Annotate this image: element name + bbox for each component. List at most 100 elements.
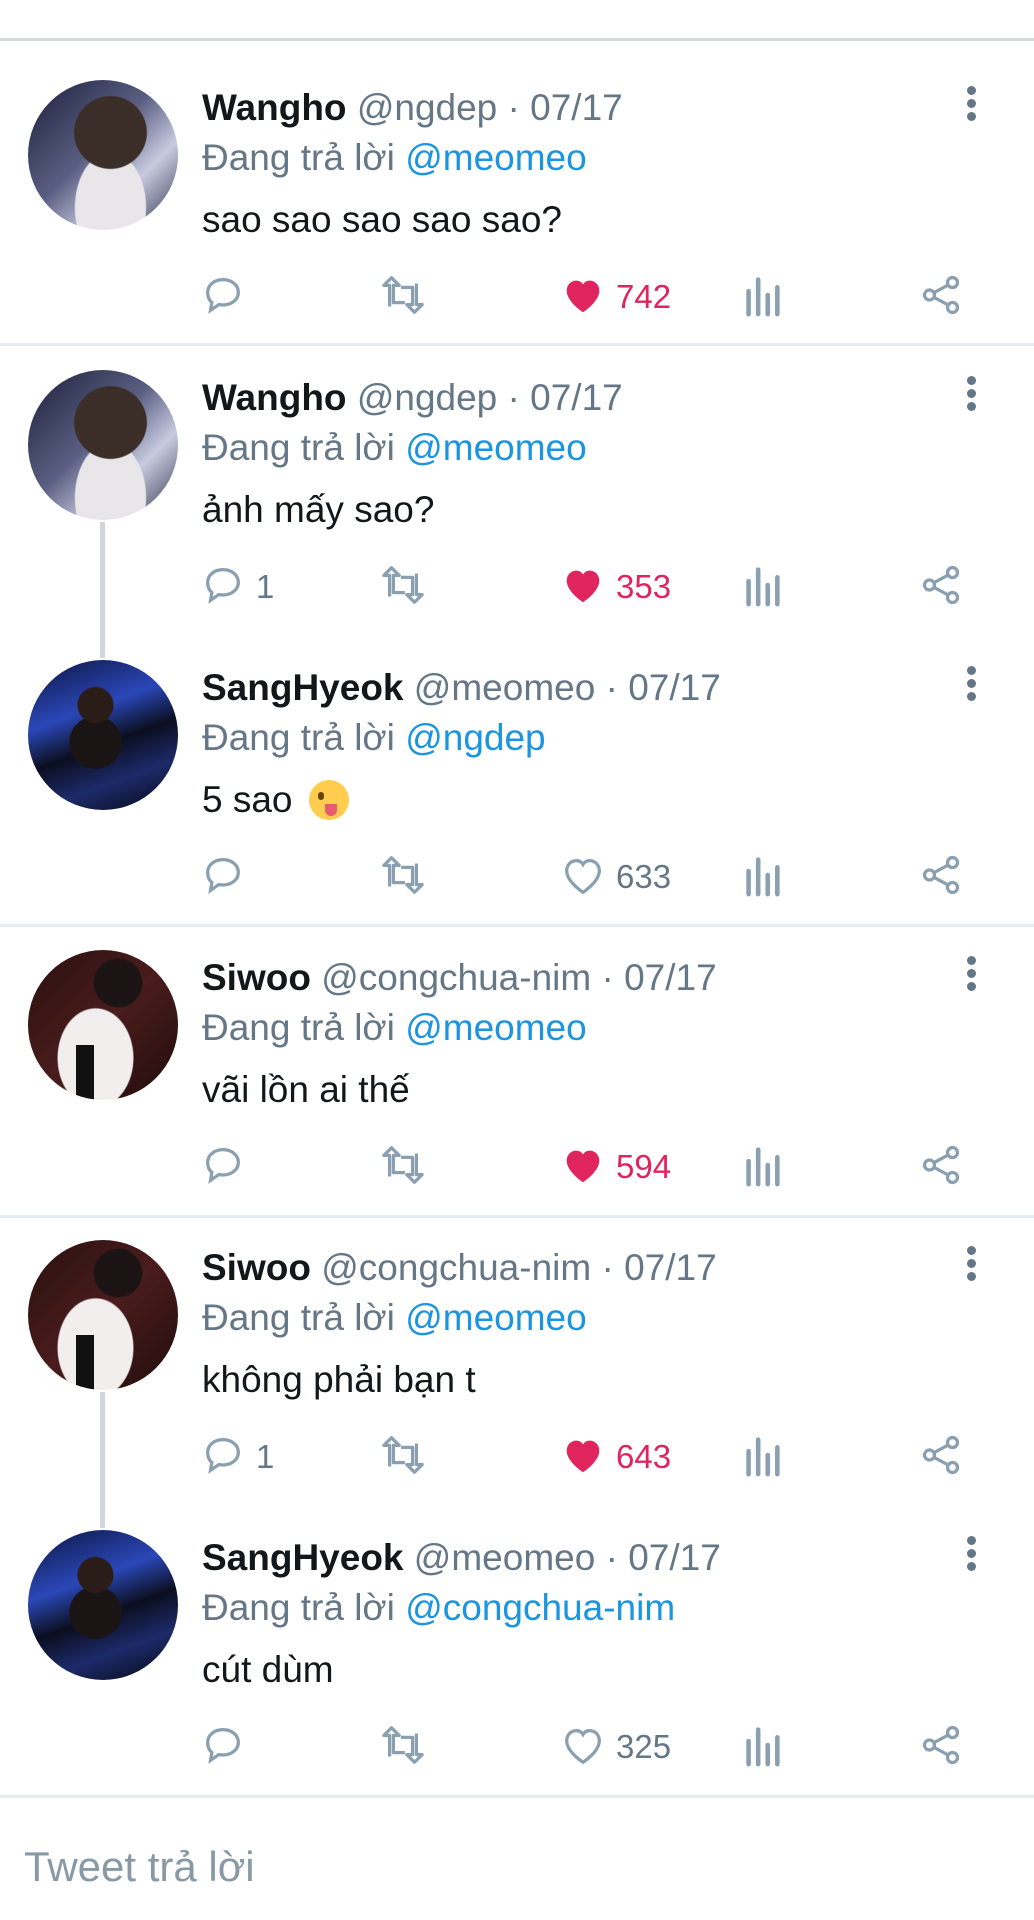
retweet-icon	[378, 562, 428, 613]
like-button[interactable]: 594	[560, 1142, 671, 1192]
tweet-date[interactable]: 07/17	[530, 87, 623, 128]
more-options-icon[interactable]	[960, 376, 982, 420]
like-count: 353	[616, 568, 672, 605]
share-button[interactable]	[918, 852, 964, 902]
bar-chart-icon	[742, 562, 782, 613]
reply-button[interactable]	[200, 1142, 256, 1192]
analytics-button[interactable]	[742, 1722, 782, 1772]
reply-icon	[200, 272, 246, 323]
avatar-wangho[interactable]	[28, 370, 178, 520]
tweet-text-content: sao sao sao sao sao?	[202, 199, 562, 240]
like-button[interactable]: 633	[560, 852, 671, 902]
replying-to-label: Đang trả lời	[202, 1587, 395, 1628]
share-icon	[918, 1432, 964, 1483]
heart-outline-icon	[560, 1722, 606, 1773]
share-icon	[918, 562, 964, 613]
analytics-button[interactable]	[742, 1432, 782, 1482]
like-button[interactable]: 325	[560, 1722, 671, 1772]
more-options-icon[interactable]	[960, 666, 982, 710]
retweet-button[interactable]	[378, 562, 428, 612]
tweet-actions: 742	[0, 272, 1034, 322]
tweet-date[interactable]: 07/17	[624, 957, 717, 998]
tweet-divider	[0, 1795, 1034, 1798]
more-options-icon[interactable]	[960, 86, 982, 130]
author-handle[interactable]: @ngdep	[357, 87, 497, 128]
tweet-text: cút dùm	[202, 1648, 334, 1692]
retweet-button[interactable]	[378, 1432, 428, 1482]
avatar-siwoo[interactable]	[28, 1240, 178, 1390]
tweet-date[interactable]: 07/17	[628, 667, 721, 708]
tweet-text: 5 sao	[202, 778, 349, 822]
author-handle[interactable]: @ngdep	[357, 377, 497, 418]
tweet-date[interactable]: 07/17	[624, 1247, 717, 1288]
share-button[interactable]	[918, 272, 964, 322]
reply-mention-link[interactable]: @ngdep	[405, 717, 545, 758]
retweet-button[interactable]	[378, 852, 428, 902]
replying-to-label: Đang trả lời	[202, 427, 395, 468]
retweet-icon	[378, 1722, 428, 1773]
author-name[interactable]: Siwoo	[202, 1247, 311, 1288]
reply-button[interactable]	[200, 1722, 256, 1772]
bar-chart-icon	[742, 852, 782, 903]
retweet-button[interactable]	[378, 272, 428, 322]
tweet-header: Wangho @ngdep · 07/17	[202, 376, 623, 420]
author-handle[interactable]: @congchua-nim	[321, 957, 591, 998]
reply-button[interactable]: 1	[200, 1432, 274, 1482]
retweet-icon	[378, 1142, 428, 1193]
reply-mention-link[interactable]: @congchua-nim	[405, 1587, 675, 1628]
author-handle[interactable]: @meomeo	[414, 1537, 596, 1578]
share-button[interactable]	[918, 1432, 964, 1482]
reply-button[interactable]: 1	[200, 562, 274, 612]
retweet-button[interactable]	[378, 1142, 428, 1192]
author-handle[interactable]: @meomeo	[414, 667, 596, 708]
avatar-sanghyeok[interactable]	[28, 1530, 178, 1680]
avatar-wangho[interactable]	[28, 80, 178, 230]
replying-to-line: Đang trả lời @meomeo	[202, 136, 587, 180]
share-button[interactable]	[918, 1722, 964, 1772]
author-name[interactable]: Siwoo	[202, 957, 311, 998]
heart-outline-icon	[560, 852, 606, 903]
retweet-button[interactable]	[378, 1722, 428, 1772]
like-button[interactable]: 643	[560, 1432, 671, 1482]
author-name[interactable]: Wangho	[202, 377, 347, 418]
author-name[interactable]: SangHyeok	[202, 1537, 404, 1578]
tweet-date[interactable]: 07/17	[628, 1537, 721, 1578]
author-name[interactable]: Wangho	[202, 87, 347, 128]
reply-mention-link[interactable]: @meomeo	[405, 1007, 587, 1048]
reply-button[interactable]	[200, 272, 256, 322]
author-name[interactable]: SangHyeok	[202, 667, 404, 708]
separator-dot: ·	[601, 957, 614, 998]
reply-mention-link[interactable]: @meomeo	[405, 427, 587, 468]
tweet-text-content: cút dùm	[202, 1649, 334, 1690]
reply-input[interactable]: Tweet trả lời	[24, 1843, 255, 1891]
reply-icon	[200, 562, 246, 613]
author-handle[interactable]: @congchua-nim	[321, 1247, 591, 1288]
more-options-icon[interactable]	[960, 1246, 982, 1290]
tweet-text: vãi lồn ai thế	[202, 1068, 410, 1112]
more-options-icon[interactable]	[960, 1536, 982, 1580]
analytics-button[interactable]	[742, 562, 782, 612]
like-button[interactable]: 353	[560, 562, 671, 612]
reply-count: 1	[256, 568, 275, 605]
share-icon	[918, 852, 964, 903]
top-bar	[0, 0, 1034, 41]
analytics-button[interactable]	[742, 272, 782, 322]
like-button[interactable]: 742	[560, 272, 671, 322]
more-options-icon[interactable]	[960, 956, 982, 1000]
reply-mention-link[interactable]: @meomeo	[405, 1297, 587, 1338]
reply-button[interactable]	[200, 852, 256, 902]
share-button[interactable]	[918, 562, 964, 612]
bar-chart-icon	[742, 272, 782, 323]
heart-filled-icon	[560, 1432, 606, 1483]
bar-chart-icon	[742, 1722, 782, 1773]
avatar-sanghyeok[interactable]	[28, 660, 178, 810]
analytics-button[interactable]	[742, 1142, 782, 1192]
analytics-button[interactable]	[742, 852, 782, 902]
reply-mention-link[interactable]: @meomeo	[405, 137, 587, 178]
share-button[interactable]	[918, 1142, 964, 1192]
reply-count: 1	[256, 1438, 275, 1475]
tweet-date[interactable]: 07/17	[530, 377, 623, 418]
tweet-header: Siwoo @congchua-nim · 07/17	[202, 1246, 717, 1290]
reply-icon	[200, 1142, 246, 1193]
avatar-siwoo[interactable]	[28, 950, 178, 1100]
